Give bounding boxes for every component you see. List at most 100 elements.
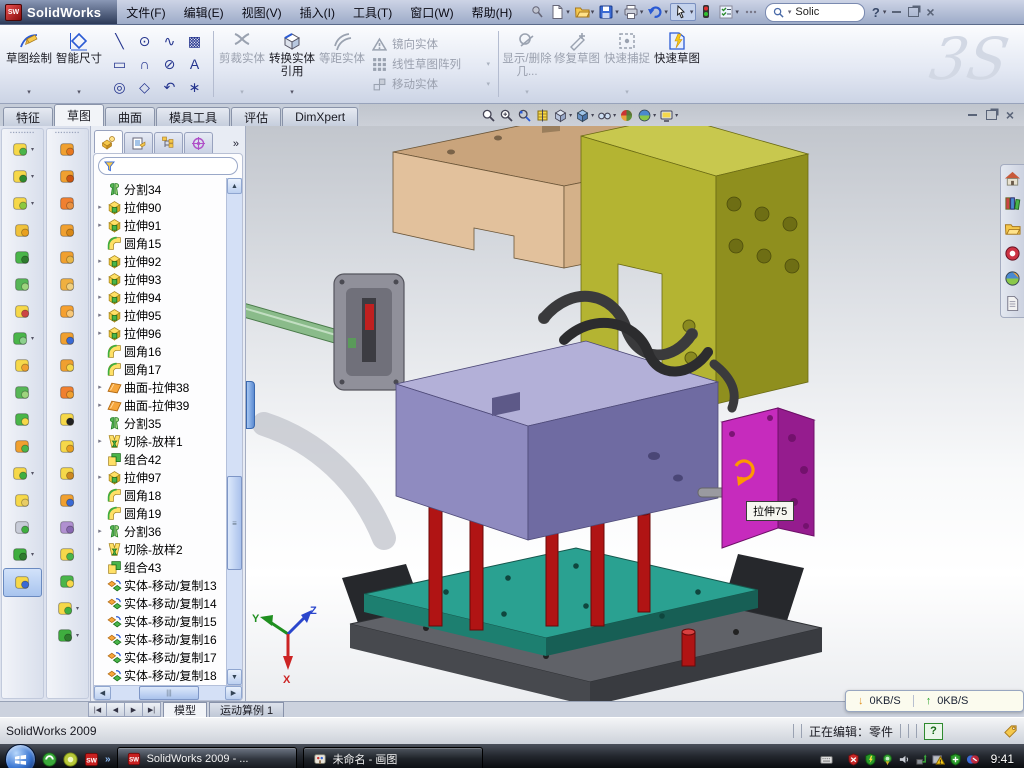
new-document-icon[interactable]: ▾	[547, 4, 572, 20]
taskbar-window-button[interactable]: SWSolidWorks 2009 - ...	[117, 747, 297, 768]
features-chamfer-button[interactable]	[4, 217, 41, 244]
features-extruded-boss-button[interactable]: ▾	[4, 136, 41, 163]
model-tab-模型[interactable]: 模型	[163, 702, 207, 717]
tray-certificate-badge-icon[interactable]	[881, 753, 894, 766]
tree-item[interactable]: ▸拉伸92	[94, 252, 226, 270]
tree-item[interactable]: ▸拉伸95	[94, 306, 226, 324]
open-icon[interactable]: ▾	[572, 4, 597, 20]
features-extruded-cut-button[interactable]: ▾	[4, 163, 41, 190]
tree-item[interactable]: ▸切除-放样1	[94, 432, 226, 450]
tree-item[interactable]: ▸分割36	[94, 522, 226, 540]
expand-arrow-icon[interactable]: ▸	[95, 329, 105, 337]
expand-arrow-icon[interactable]: ▸	[95, 473, 105, 481]
tab-nav-1[interactable]: ◀	[106, 702, 124, 717]
tree-item[interactable]: ▸拉伸97	[94, 468, 226, 486]
expand-arrow-icon[interactable]: ▸	[95, 401, 105, 409]
sketch-entity-icon-0-3[interactable]: ▩	[182, 30, 207, 53]
task-pane-home-tab[interactable]	[1004, 170, 1021, 187]
close-button[interactable]: ×	[926, 7, 934, 17]
tray-volume-icon[interactable]	[898, 753, 911, 766]
menu-item-5[interactable]: 窗口(W)	[401, 4, 462, 21]
hide-show-items-icon[interactable]: ▾	[597, 108, 616, 123]
sketch-entity-icon-0-1[interactable]: ⊙	[132, 30, 157, 53]
tree-item[interactable]: ▸曲面-拉伸38	[94, 378, 226, 396]
select-arrow-icon[interactable]: ▾	[670, 3, 697, 21]
ribbon-tab-DimXpert[interactable]: DimXpert	[282, 107, 358, 126]
sketch-entity-icon-0-0[interactable]: ╲	[107, 30, 132, 53]
tree-item[interactable]: 实体-移动/复制14	[94, 594, 226, 612]
tree-item[interactable]: ▸切除-放样2	[94, 540, 226, 558]
surfaces-boundary-surface-button[interactable]	[49, 244, 86, 271]
configuration-manager-tab[interactable]	[154, 132, 183, 153]
sketch-entity-icon-2-0[interactable]: ◎	[107, 76, 132, 99]
tree-item[interactable]: ▸拉伸91	[94, 216, 226, 234]
quick-launch-security-app-icon[interactable]	[63, 752, 78, 767]
assembly-model[interactable]: Y Z X	[246, 126, 1024, 701]
features-move-copy-body-button[interactable]	[4, 433, 41, 460]
tree-item[interactable]: 实体-移动/复制17	[94, 648, 226, 666]
search-box[interactable]: ▾ Solic	[765, 3, 865, 22]
tree-item[interactable]: 分割35	[94, 414, 226, 432]
features-draft-button[interactable]	[4, 271, 41, 298]
menu-item-1[interactable]: 编辑(E)	[175, 4, 233, 21]
surfaces-untrim-surface-button[interactable]	[49, 433, 86, 460]
tree-item[interactable]: ▸拉伸94	[94, 288, 226, 306]
pin-icon[interactable]	[527, 4, 547, 20]
ribbon-tab-模具工具[interactable]: 模具工具	[156, 107, 230, 126]
tree-item[interactable]: ▸拉伸96	[94, 324, 226, 342]
tag-icon[interactable]	[1003, 724, 1018, 739]
scroll-thumb[interactable]: ≡	[227, 476, 242, 570]
task-pane-custom-properties-tab[interactable]	[1004, 295, 1021, 312]
start-button[interactable]	[5, 744, 36, 768]
sketch-entity-icon-0-2[interactable]: ∿	[157, 30, 182, 53]
features-shell-button[interactable]	[4, 244, 41, 271]
tree-item[interactable]: 实体-移动/复制13	[94, 576, 226, 594]
tray-antivirus-shield-icon[interactable]	[847, 753, 860, 766]
features-reference-geometry-button[interactable]: ▾	[4, 460, 41, 487]
tree-item[interactable]: 组合43	[94, 558, 226, 576]
tree-item[interactable]: 圆角15	[94, 234, 226, 252]
ribbon-tab-评估[interactable]: 评估	[231, 107, 281, 126]
doc-restore-button[interactable]	[986, 110, 997, 120]
search-scope-chevron-icon[interactable]: ▾	[788, 8, 792, 16]
model-tab-运动算例 1[interactable]: 运动算例 1	[209, 702, 284, 717]
tree-item[interactable]: 组合42	[94, 450, 226, 468]
expand-arrow-icon[interactable]: ▸	[95, 383, 105, 391]
surfaces-parting-line-button[interactable]	[49, 487, 86, 514]
sketch-entity-icon-2-1[interactable]: ◇	[132, 76, 157, 99]
task-list-icon[interactable]: ▾	[716, 4, 741, 20]
zoom-area-icon[interactable]	[499, 108, 514, 123]
ribbon-tab-曲面[interactable]: 曲面	[105, 107, 155, 126]
expand-arrow-icon[interactable]: ▸	[95, 257, 105, 265]
quick-launch-chevron-icon[interactable]: »	[105, 754, 111, 765]
surfaces-tooling-split-button[interactable]	[49, 541, 86, 568]
features-linear-pattern-button[interactable]: ▾	[4, 325, 41, 352]
surfaces-knit-surface-button[interactable]	[49, 352, 86, 379]
tree-item[interactable]: 实体-移动/复制18	[94, 666, 226, 684]
graphics-viewport[interactable]: Y Z X 拉伸75	[246, 126, 1024, 701]
section-view-icon[interactable]	[535, 108, 550, 123]
surfaces-swept-surface-button[interactable]	[49, 136, 86, 163]
task-pane-file-explorer-tab[interactable]	[1004, 220, 1021, 237]
menu-item-4[interactable]: 工具(T)	[344, 4, 401, 21]
surfaces-planar-surface-button[interactable]	[49, 298, 86, 325]
help-button[interactable]: ?	[869, 5, 883, 20]
tree-filter-box[interactable]	[98, 157, 238, 175]
display-style-icon[interactable]: ▾	[575, 108, 594, 123]
features-split-button[interactable]	[4, 379, 41, 406]
scroll-down-button[interactable]: ▼	[227, 669, 242, 685]
keyboard-layout-icon[interactable]	[820, 753, 833, 766]
tree-item[interactable]: ▸拉伸93	[94, 270, 226, 288]
surfaces-lofted-surface-button[interactable]	[49, 217, 86, 244]
surfaces-curve-2-button[interactable]: ▾	[49, 622, 86, 649]
features-hole-wizard-button[interactable]	[4, 298, 41, 325]
features-plane-button[interactable]	[4, 487, 41, 514]
tree-vertical-scrollbar[interactable]: ▲ ≡ ▼	[226, 178, 242, 685]
cmd-dimension-button[interactable]: 智能尺寸▾	[54, 26, 104, 102]
quick-launch-green-app-icon[interactable]	[42, 752, 57, 767]
expand-arrow-icon[interactable]: ▸	[95, 527, 105, 535]
surfaces-parting-surface-button[interactable]	[49, 514, 86, 541]
sketch-entity-icon-2-2[interactable]: ↶	[157, 76, 182, 99]
tree-item[interactable]: 实体-移动/复制15	[94, 612, 226, 630]
features-instant3d-button[interactable]	[3, 568, 42, 597]
